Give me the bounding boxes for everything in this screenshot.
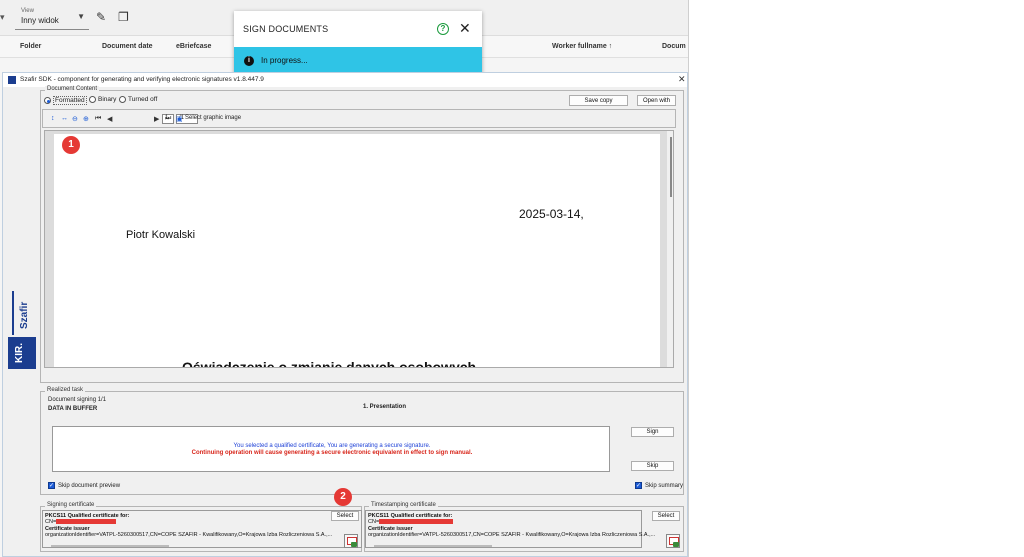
app-divider <box>688 0 689 557</box>
signing-certificate-panel: PKCS11 Qualified certificate for: CN= Ce… <box>42 510 362 548</box>
timestamp-cert-scrollbar[interactable] <box>374 545 492 547</box>
document-preview[interactable]: 2025-03-14, Piotr Kowalski Oświadczenie … <box>44 130 674 368</box>
pencil-icon[interactable]: ✎ <box>96 10 106 24</box>
timestamp-select-button[interactable]: Select <box>652 511 680 521</box>
szafir-logo-text: Szafir <box>19 301 30 329</box>
timestamp-cert-issuer-value: organizationIdentifier=VATPL-5260300517,… <box>368 532 656 538</box>
signature-message-box: You selected a qualified certificate, Yo… <box>52 426 610 472</box>
timestamp-certificate-panel: PKCS11 Qualified certificate for: CN= Ce… <box>365 510 655 548</box>
zoom-out-icon[interactable]: ⊖ <box>72 115 78 123</box>
skip-document-preview-label: Skip document preview <box>58 482 121 489</box>
column-worker-fullname[interactable]: Worker fullname ↑ <box>552 43 612 50</box>
signing-select-button[interactable]: Select <box>331 511 359 521</box>
annotation-marker-1: 1 <box>62 136 80 154</box>
copy-icon[interactable]: ❐ <box>118 10 129 24</box>
radio-binary-label: Binary <box>98 96 117 103</box>
radio-dot <box>119 96 126 103</box>
szafir-logo: Szafir <box>12 291 36 335</box>
checkbox-checked: ✓ <box>48 482 55 489</box>
view-select-label: View <box>21 8 34 14</box>
certificate-view-icon[interactable] <box>666 534 680 548</box>
window-close-icon[interactable]: ✕ <box>678 74 686 85</box>
checkbox-checked: ✓ <box>635 482 642 489</box>
radio-turned-off-label: Turned off <box>128 96 158 103</box>
redacted-mark <box>56 519 117 525</box>
last-page-icon[interactable]: ⏭ <box>165 115 171 123</box>
document-date: 2025-03-14, <box>519 207 584 221</box>
message-qualified-certificate: You selected a qualified certificate, Yo… <box>233 443 431 449</box>
chevron-down-icon: ▼ <box>77 12 85 21</box>
document-content-legend: Document Content <box>45 86 100 92</box>
cn-prefix: CN= <box>368 519 380 525</box>
radio-binary[interactable]: Binary <box>89 96 116 103</box>
fit-width-icon[interactable]: ↔ <box>61 115 68 122</box>
skip-summary-checkbox[interactable]: ✓ Skip summary <box>635 482 683 489</box>
document-signing-count: Document signing 1/1 <box>48 397 107 403</box>
sign-dialog-title: SIGN DOCUMENTS <box>243 24 329 34</box>
realized-task-legend: Realized task <box>45 387 86 393</box>
fit-height-icon[interactable]: ↕ <box>51 115 55 122</box>
szafir-app-icon <box>8 76 16 84</box>
help-icon[interactable]: ? <box>437 23 449 35</box>
radio-dot <box>89 96 96 103</box>
szafir-title: Szafir SDK - component for generating an… <box>20 76 264 83</box>
signing-certificate-legend: Signing certificate <box>45 502 97 508</box>
radio-dot <box>44 97 51 104</box>
view-select[interactable]: View Inny widok ▼ <box>15 6 89 30</box>
radio-formatted-label: Formatted <box>53 96 87 105</box>
timestamp-certificate-legend: Timestamping certificate <box>369 502 438 508</box>
screen: ▾ View Inny widok ▼ ✎ ❐ Folder Document … <box>0 0 1024 557</box>
open-with-button[interactable]: Open with <box>637 95 676 106</box>
step-presentation: 1. Presentation <box>363 404 407 410</box>
column-folder[interactable]: Folder <box>20 43 41 50</box>
progress-banner: i In progress... <box>234 47 482 75</box>
column-document[interactable]: Docum <box>662 43 686 50</box>
brand-sidebar: Szafir KIR. <box>6 291 36 369</box>
timestamp-cert-cn: CN= <box>368 519 454 525</box>
document-page: 2025-03-14, Piotr Kowalski Oświadczenie … <box>54 134 660 368</box>
szafir-titlebar: Szafir SDK - component for generating an… <box>3 73 687 87</box>
view-select-value: Inny widok <box>21 16 59 25</box>
redacted-mark <box>379 519 454 525</box>
cn-prefix: CN= <box>45 519 57 525</box>
info-icon: i <box>244 56 254 66</box>
annotation-marker-2: 2 <box>334 488 352 506</box>
save-copy-button[interactable]: Save copy <box>569 95 628 106</box>
caret-left-icon[interactable]: ▾ <box>0 12 8 23</box>
prev-page-icon[interactable]: ◀ <box>107 115 112 123</box>
signing-cert-scrollbar[interactable] <box>51 545 169 547</box>
next-page-icon[interactable]: ▶ <box>154 115 159 123</box>
document-person-name: Piotr Kowalski <box>126 229 196 241</box>
select-graphic-image[interactable]: Select graphic image <box>185 115 241 121</box>
skip-summary-label: Skip summary <box>645 482 684 489</box>
first-page-icon[interactable]: ⏮ <box>95 115 101 123</box>
certificate-view-icon[interactable] <box>344 534 358 548</box>
kir-logo-text: KIR. <box>14 343 25 363</box>
sign-documents-dialog: SIGN DOCUMENTS ? ✕ i In progress... <box>234 11 482 75</box>
signing-cert-issuer-value: organizationIdentifier=VATPL-5260300517,… <box>45 532 333 538</box>
radio-turned-off[interactable]: Turned off <box>119 96 157 103</box>
progress-text: In progress... <box>261 56 308 65</box>
image-icon[interactable]: ▣ <box>176 115 183 123</box>
radio-formatted[interactable]: Formatted <box>44 96 87 105</box>
signing-cert-cn: CN= <box>45 519 117 525</box>
skip-button[interactable]: Skip <box>631 461 674 471</box>
column-document-date[interactable]: Document date <box>102 43 153 50</box>
scrollbar-thumb[interactable] <box>670 137 672 197</box>
sign-button[interactable]: Sign <box>631 427 674 437</box>
viewer-toolbar: ↕ ↔ ⊖ ⊕ ⏮ ◀ 1 /1 ▶ ⏭ ▣ Select graphic im… <box>46 113 676 127</box>
document-heading: Oświadczenie o zmianie danych osobowych <box>182 359 477 368</box>
close-icon[interactable]: ✕ <box>459 20 471 37</box>
document-scrollbar[interactable] <box>667 131 673 367</box>
zoom-in-icon[interactable]: ⊕ <box>83 115 89 123</box>
message-warning: Continuing operation will cause generati… <box>191 450 473 456</box>
data-in-buffer-label: DATA IN BUFFER <box>48 406 98 412</box>
skip-document-preview-checkbox[interactable]: ✓ Skip document preview <box>48 482 120 489</box>
column-ebriefcase[interactable]: eBriefcase <box>176 43 211 50</box>
kir-logo: KIR. <box>8 337 36 369</box>
